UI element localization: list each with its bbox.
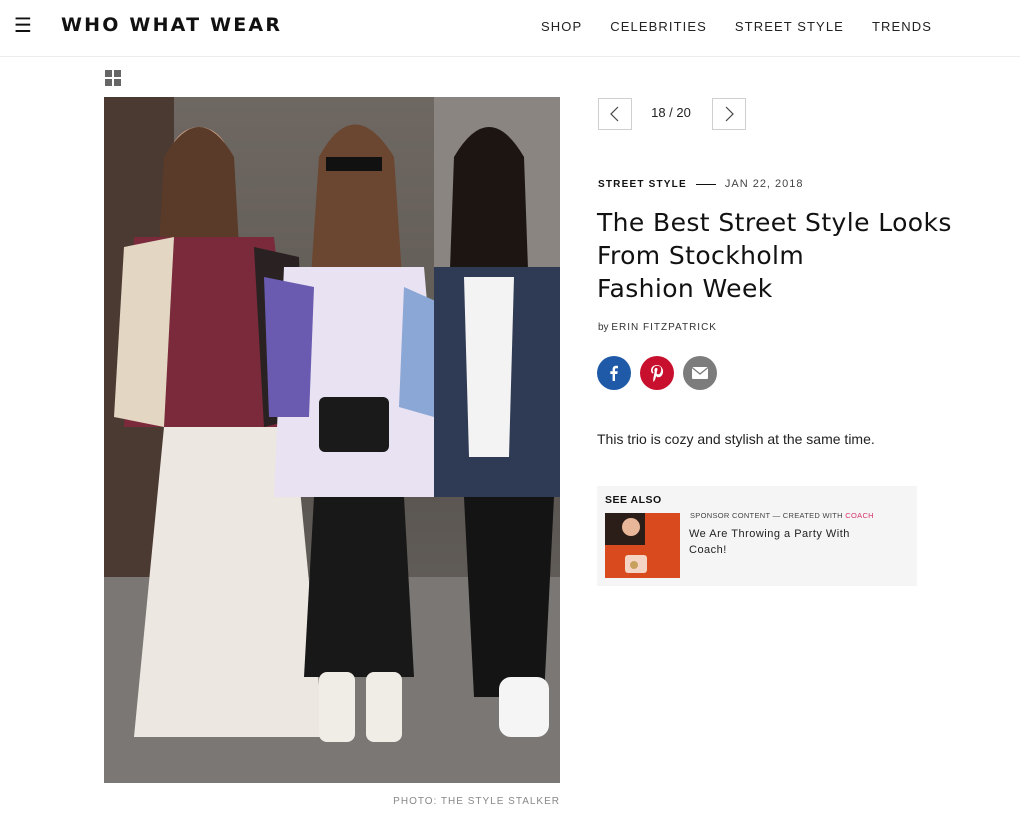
nav-shop[interactable]: SHOP [541,19,582,34]
nav-celebrities[interactable]: CELEBRITIES [610,19,707,34]
facebook-icon [610,365,618,381]
chevron-right-icon [725,106,734,122]
main-nav: SHOP CELEBRITIES STREET STYLE TRENDS [541,19,932,34]
see-also-thumbnail[interactable] [605,513,680,578]
site-logo[interactable]: WHO WHAT WEAR [61,14,282,36]
see-also-title-link[interactable]: We Are Throwing a Party With Coach! [689,526,874,558]
meta-divider [695,183,716,185]
category-link[interactable]: STREET STYLE [598,179,687,190]
see-also-module: SEE ALSO SPONSOR CONTENT — CREATED WITH … [597,486,917,586]
sponsor-prefix: SPONSOR CONTENT — CREATED WITH [690,511,843,520]
article-meta: STREET STYLE JAN 22, 2018 [598,178,804,190]
headline-line: Fashion Week [597,274,773,303]
grid-view-icon[interactable] [105,70,121,86]
email-icon [691,366,709,379]
byline: by ERIN FITZPATRICK [598,322,717,333]
site-header: ☰ WHO WHAT WEAR SHOP CELEBRITIES STREET … [0,0,1020,57]
publish-date: JAN 22, 2018 [724,178,804,190]
facebook-share-button[interactable] [597,356,631,390]
author-link[interactable]: ERIN FITZPATRICK [611,322,717,333]
pinterest-icon [651,365,664,382]
nav-street-style[interactable]: STREET STYLE [735,19,844,34]
hamburger-menu-icon[interactable]: ☰ [12,15,34,37]
next-slide-button[interactable] [712,98,746,130]
headline-line: From Stockholm [597,241,805,270]
slide-caption: This trio is cozy and stylish at the sam… [597,431,875,447]
gallery-photo [104,97,560,783]
byline-prefix: by [598,322,609,333]
sponsor-brand-link[interactable]: COACH [845,511,874,520]
email-share-button[interactable] [683,356,717,390]
pinterest-share-button[interactable] [640,356,674,390]
slide-counter: 18 / 20 [651,105,691,120]
chevron-left-icon [610,106,619,122]
sponsor-label: SPONSOR CONTENT — CREATED WITH COACH [690,511,874,520]
article-headline: The Best Street Style Looks From Stockho… [597,206,957,305]
nav-trends[interactable]: TRENDS [872,19,932,34]
gallery-pager: 18 / 20 [598,98,746,130]
headline-line: The Best Street Style Looks [597,208,952,237]
see-also-label: SEE ALSO [605,494,662,506]
previous-slide-button[interactable] [598,98,632,130]
share-buttons [597,356,717,390]
photo-credit: PHOTO: THE STYLE STALKER [393,796,560,807]
